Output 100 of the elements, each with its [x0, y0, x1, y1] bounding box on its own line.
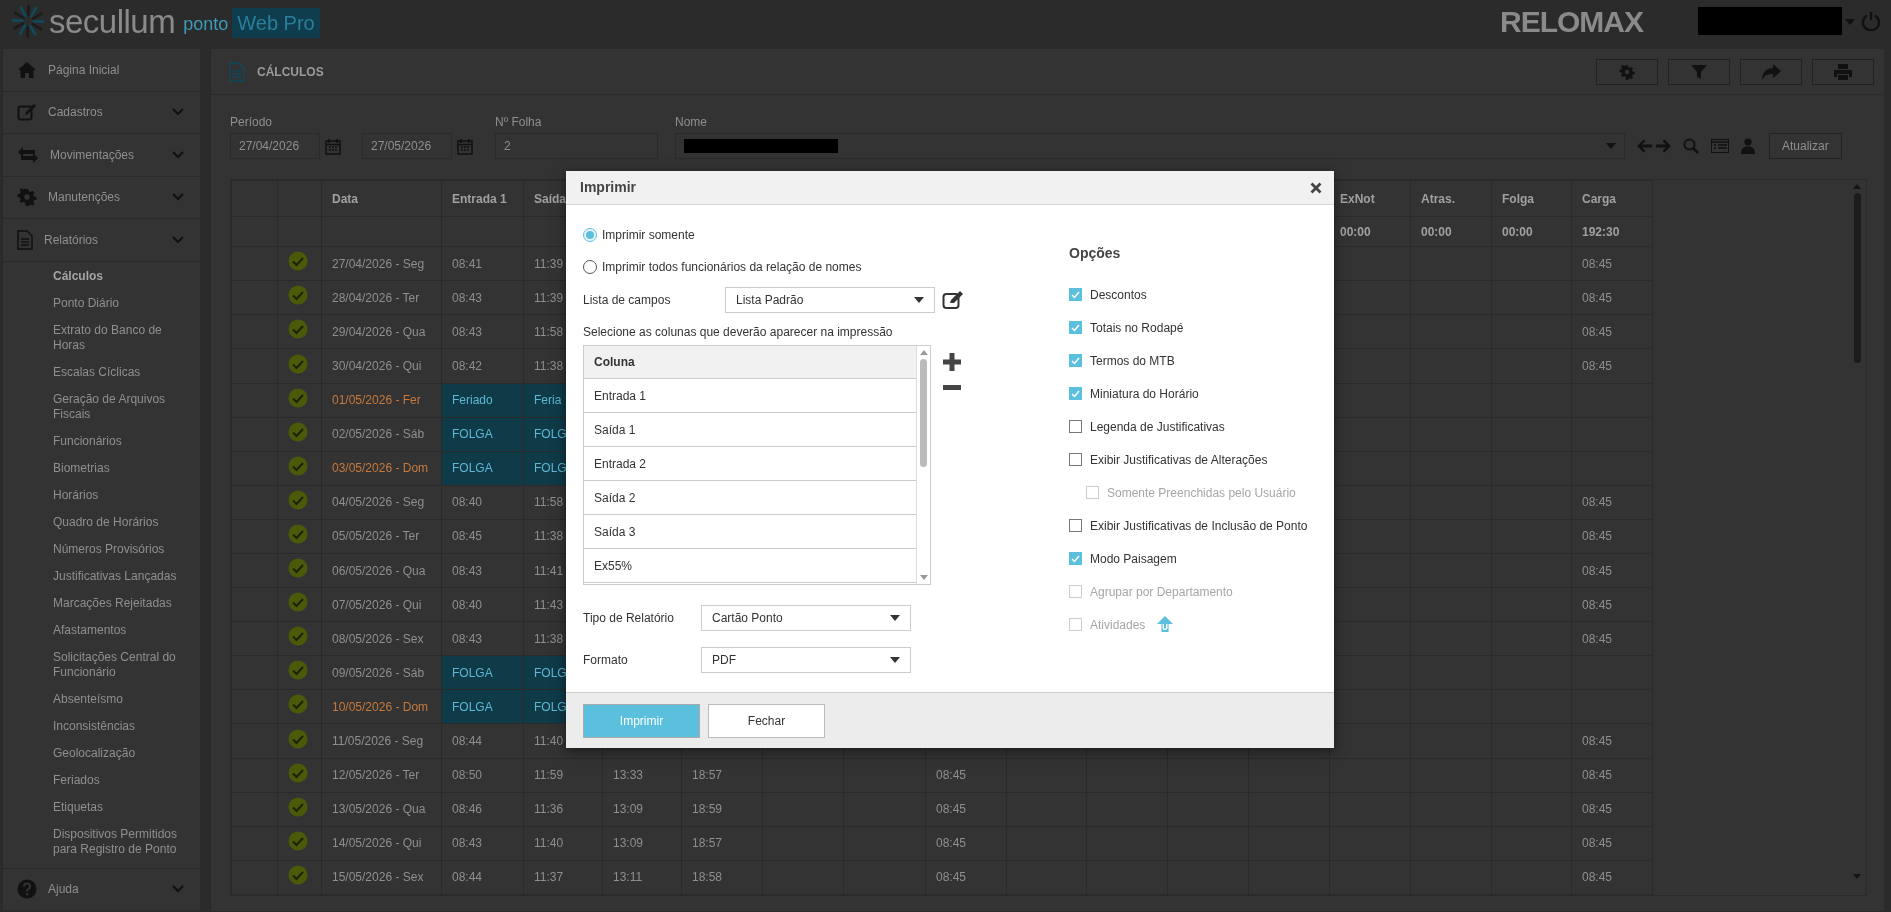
submenu-item[interactable]: Extrato do Banco de Horas — [3, 316, 200, 359]
radio-label[interactable]: Imprimir todos funcionários da relação de nomes — [602, 258, 862, 276]
list-view-button[interactable] — [1711, 139, 1729, 153]
option-label[interactable]: Miniatura do Horário — [1090, 384, 1199, 403]
radio-button[interactable] — [583, 228, 597, 242]
filter-button[interactable] — [1668, 58, 1730, 85]
option-label[interactable]: Descontos — [1090, 285, 1147, 304]
column-list-item[interactable]: Saída 3 — [584, 515, 916, 549]
submenu-item[interactable]: Geolocalização — [3, 739, 200, 767]
sidebar-item[interactable]: Ajuda — [3, 868, 200, 911]
caret-icon — [914, 297, 924, 303]
scrollbar-thumb[interactable] — [920, 359, 927, 467]
option-label[interactable]: Exibir Justificativas de Inclusão de Ponto — [1090, 516, 1308, 535]
column-list-item[interactable]: Saída 1 — [584, 413, 916, 447]
table-cell: 08:45 — [1571, 348, 1653, 384]
sheet-number-field[interactable]: 2 — [495, 133, 658, 159]
date-field[interactable]: 27/04/2026 — [230, 133, 320, 159]
settings-button[interactable] — [1596, 58, 1658, 85]
submenu-item[interactable]: Dispositivos Permitidos para Registro de Ponto — [3, 820, 200, 863]
checkbox[interactable] — [1069, 354, 1082, 367]
column-list-item[interactable]: Entrada 2 — [584, 447, 916, 481]
table-cell: 08:44 — [441, 724, 524, 759]
submenu-item[interactable]: Escalas Cíclicas — [3, 358, 200, 386]
edit-list-button[interactable] — [942, 290, 964, 310]
check-circle-icon — [288, 796, 308, 817]
submenu-item[interactable]: Quadro de Horários — [3, 508, 200, 536]
column-list-item[interactable]: Entrada 1 — [584, 379, 916, 413]
option-label[interactable]: Totais no Rodapé — [1090, 318, 1184, 337]
checkbox[interactable] — [1069, 519, 1082, 532]
option-label[interactable]: Legenda de Justificativas — [1090, 417, 1225, 436]
column-list-item[interactable]: Ex55% — [584, 549, 916, 583]
refresh-button[interactable]: Atualizar — [1769, 133, 1842, 159]
field-list-dropdown[interactable]: Lista Padrão — [725, 287, 935, 313]
remove-button[interactable] — [943, 385, 961, 391]
close-button[interactable] — [1310, 181, 1322, 194]
submenu-item[interactable]: Horários — [3, 481, 200, 509]
submenu-item[interactable]: Absenteísmo — [3, 685, 200, 713]
checkbox[interactable] — [1069, 420, 1082, 433]
calendar-icon[interactable] — [325, 138, 341, 155]
date-cell: 05/05/2026 - Ter — [321, 519, 442, 554]
scroll-up-icon[interactable] — [1853, 184, 1861, 189]
submenu-item[interactable]: Solicitações Central do Funcionário — [3, 643, 200, 686]
report-type-dropdown[interactable]: Cartão Ponto — [701, 605, 911, 631]
submenu-item[interactable]: Cálculos — [3, 262, 200, 290]
scrollbar[interactable] — [916, 346, 930, 584]
sidebar-item[interactable]: Relatórios — [3, 219, 200, 262]
submenu-item[interactable]: Funcionários — [3, 427, 200, 455]
table-cell: 08:43 — [441, 621, 524, 656]
submenu-item[interactable]: Geração de Arquivos Fiscais — [3, 385, 200, 428]
submenu-item[interactable]: Biometrias — [3, 454, 200, 482]
gear-icon — [17, 188, 37, 207]
checkbox[interactable] — [1069, 288, 1082, 301]
checkbox[interactable] — [1069, 453, 1082, 466]
print-button[interactable] — [1812, 58, 1874, 85]
field-label: Nº Folha — [495, 115, 543, 129]
submenu-item[interactable]: Justificativas Lançadas — [3, 562, 200, 590]
name-dropdown[interactable] — [675, 133, 1625, 159]
scroll-down-icon[interactable] — [1853, 874, 1861, 879]
radio-label[interactable]: Imprimir somente — [602, 226, 695, 244]
submenu-item[interactable]: Ponto Diário — [3, 289, 200, 317]
power-icon[interactable] — [1861, 11, 1881, 31]
option-label[interactable]: Modo Paisagem — [1090, 549, 1177, 568]
column-list-item[interactable]: Saída 2 — [584, 481, 916, 515]
submenu-item[interactable]: Afastamentos — [3, 616, 200, 644]
employee-button[interactable] — [1741, 138, 1755, 154]
sidebar-item[interactable]: Manutenções — [3, 176, 200, 219]
checkbox[interactable] — [1069, 552, 1082, 565]
total-cell: 00:00 — [1410, 216, 1492, 247]
close-button[interactable]: Fechar — [708, 703, 825, 738]
submenu-item[interactable]: Inconsistências — [3, 712, 200, 740]
date-field[interactable]: 27/05/2026 — [362, 133, 452, 159]
previous-next-buttons[interactable] — [1637, 138, 1671, 154]
share-button[interactable] — [1740, 58, 1802, 85]
submenu-item[interactable]: Números Provisórios — [3, 535, 200, 563]
submenu-item[interactable]: Marcações Rejeitadas — [3, 589, 200, 617]
calendar-icon[interactable] — [457, 138, 473, 155]
caret-icon[interactable] — [1845, 18, 1855, 25]
check-circle-icon — [288, 694, 308, 715]
table-cell: 18:57 — [681, 758, 763, 793]
table-cell: 08:40 — [441, 587, 524, 622]
page-title: CÁLCULOS — [257, 63, 324, 81]
option-label[interactable]: Termos do MTB — [1090, 351, 1175, 370]
sidebar-item[interactable]: Movimentações — [3, 134, 200, 177]
submenu-item[interactable]: Etiquetas — [3, 793, 200, 821]
sidebar-item[interactable]: Cadastros — [3, 91, 200, 134]
checkbox[interactable] — [1069, 321, 1082, 334]
sidebar-item[interactable]: Página Inicial — [3, 49, 200, 92]
table-cell: Feriado — [441, 383, 524, 418]
scroll-down-icon[interactable] — [919, 575, 928, 580]
scroll-up-icon[interactable] — [919, 350, 928, 355]
option-label[interactable]: Exibir Justificativas de Alterações — [1090, 450, 1268, 469]
checkbox[interactable] — [1069, 387, 1082, 400]
add-button[interactable] — [943, 353, 961, 371]
format-dropdown[interactable]: PDF — [701, 647, 911, 673]
column-header: Folga — [1491, 180, 1572, 217]
caret-icon — [890, 657, 900, 663]
table-cell: FOLGA — [441, 655, 524, 690]
submenu-item[interactable]: Feriados — [3, 766, 200, 794]
search-button[interactable] — [1683, 138, 1699, 154]
print-button[interactable]: Imprimir — [583, 703, 700, 738]
